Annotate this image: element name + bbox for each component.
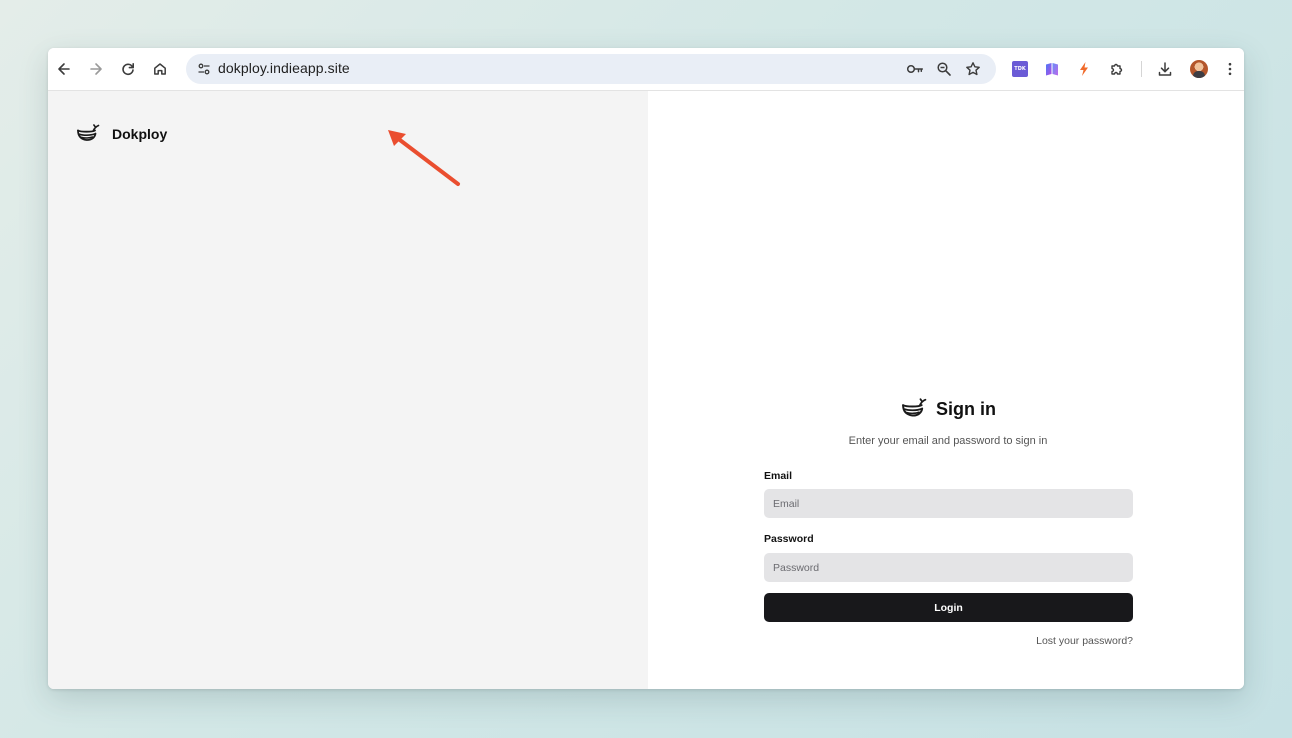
toolbar-separator	[1141, 61, 1142, 77]
reload-button[interactable]	[114, 55, 142, 83]
lost-password-link[interactable]: Lost your password?	[948, 635, 1133, 647]
signin-title: Sign in	[936, 398, 996, 419]
download-icon	[1158, 62, 1172, 76]
zoom-button[interactable]	[932, 57, 956, 81]
signin-header: Sign in	[648, 397, 1244, 421]
password-label: Password	[764, 533, 814, 545]
browser-toolbar: dokploy.indieapp.site TDK	[48, 48, 1244, 91]
signin-subtitle: Enter your email and password to sign in	[848, 435, 1048, 447]
downloads-button[interactable]	[1155, 59, 1175, 79]
back-button[interactable]	[50, 55, 78, 83]
dokploy-logo-icon	[902, 398, 927, 417]
annotation-arrow-icon	[388, 130, 460, 186]
browser-menu-button[interactable]	[1220, 59, 1240, 79]
password-field[interactable]	[764, 553, 1133, 582]
browser-window: dokploy.indieapp.site TDK Dokploy Sign i…	[48, 48, 1244, 689]
profile-avatar[interactable]	[1190, 60, 1208, 78]
brand-name: Dokploy	[112, 126, 168, 142]
extension-book[interactable]	[1042, 59, 1062, 79]
home-button[interactable]	[146, 55, 174, 83]
bookmark-button[interactable]	[961, 57, 985, 81]
email-label: Email	[764, 470, 793, 482]
site-info-button[interactable]	[192, 57, 216, 81]
forward-button[interactable]	[82, 55, 110, 83]
more-vertical-icon	[1228, 62, 1232, 76]
puzzle-icon	[1111, 63, 1123, 75]
url-text[interactable]: dokploy.indieapp.site	[218, 60, 350, 76]
email-field[interactable]	[764, 489, 1133, 518]
tdk-extension-icon: TDK	[1012, 61, 1028, 77]
extensions-button[interactable]	[1107, 59, 1127, 79]
extension-tdk[interactable]: TDK	[1010, 59, 1030, 79]
arrow-left-icon	[58, 63, 70, 75]
star-icon	[966, 62, 980, 76]
key-icon	[906, 64, 924, 74]
brand-header: Dokploy	[76, 123, 167, 145]
home-icon	[154, 63, 166, 75]
reload-icon	[122, 63, 134, 76]
address-bar[interactable]: dokploy.indieapp.site	[186, 54, 996, 84]
arrow-right-icon	[90, 63, 102, 75]
bolt-extension-icon	[1080, 62, 1088, 76]
brand-panel: Dokploy	[48, 91, 648, 689]
login-button[interactable]: Login	[764, 593, 1133, 622]
book-extension-icon	[1046, 63, 1058, 76]
tune-icon	[198, 63, 210, 75]
dokploy-logo-icon	[77, 124, 100, 141]
signin-panel: Sign in Enter your email and password to…	[648, 91, 1244, 689]
extension-bolt[interactable]	[1074, 59, 1094, 79]
zoom-out-icon	[937, 62, 951, 76]
password-manager-button[interactable]	[903, 57, 927, 81]
